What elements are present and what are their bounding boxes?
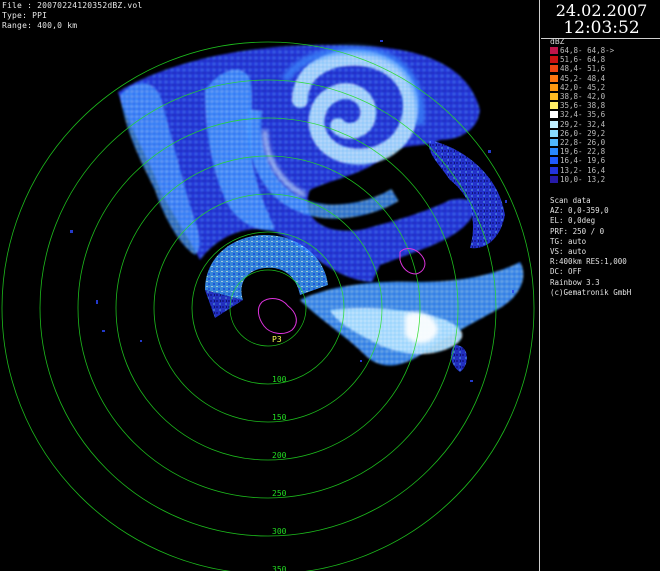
legend-swatch: [550, 120, 558, 128]
scan-info-line: VS: auto: [550, 247, 587, 256]
legend-row: 29,2- 32,4: [550, 120, 660, 129]
legend-row: 51,6- 64,8: [550, 55, 660, 64]
legend-label: 16,4- 19,6: [560, 156, 606, 166]
legend-label: 64,8- 64,8->: [560, 46, 615, 55]
legend-row: 22,8- 26,0: [550, 138, 660, 147]
legend-label: 13,2- 16,4: [560, 165, 606, 175]
scan-info-line: (c)Gematronik GmbH: [550, 287, 632, 297]
legend-label: 45,2- 48,4: [560, 73, 606, 83]
radar-display[interactable]: 100 150 200 250 300 350 P3 File : 20070224120…: [0, 0, 540, 571]
legend-label: 22,8- 26,0: [560, 138, 606, 147]
scan-info-line: Scan data: [550, 196, 591, 205]
scan-time: 12:03:52: [563, 18, 640, 38]
scan-info-line: Rainbow 3.3: [550, 277, 600, 287]
range-ring-label: 150: [272, 413, 287, 422]
type-label: Type: PPI: [2, 11, 48, 20]
range-ring-label: 300: [272, 527, 287, 536]
scan-info-line: AZ: 0,0-359,0: [550, 206, 609, 216]
range-ring: [229, 269, 307, 347]
legend-swatch: [550, 93, 558, 100]
scan-info-line: R:400km RES:1,000: [550, 257, 627, 267]
scan-info-line: DC: OFF: [550, 267, 582, 277]
legend-row: 16,4- 19,6: [550, 156, 660, 165]
legend-label: 42,0- 45,2: [560, 82, 606, 92]
legend-swatch: [550, 166, 558, 174]
legend-row: 48,4- 51,6: [550, 64, 660, 73]
legend-label: 26,0- 29,2: [560, 128, 606, 138]
range-ring-label: 200: [272, 451, 287, 460]
legend-label: 19,6- 22,8: [560, 147, 606, 157]
range-ring-label: 250: [272, 489, 287, 498]
legend-row: 35,6- 38,8: [550, 101, 660, 110]
range-label: Range: 400,0 km: [2, 21, 78, 30]
radar-ppi-canvas[interactable]: 100 150 200 250 300 350 P3: [0, 0, 540, 571]
info-panel: 24.02.2007 12:03:52 dBZ 64,8- 64,8-> 51,6…: [541, 0, 660, 571]
echo-layer: [70, 40, 524, 382]
legend-swatch: [550, 111, 558, 119]
legend-row: 10,0- 13,2: [550, 175, 660, 184]
scan-info-line: PRF: 250 / 0: [550, 226, 605, 236]
legend-row: 38,8- 42,0: [550, 92, 660, 101]
legend-label: 29,2- 32,4: [560, 119, 606, 129]
legend-swatch: [550, 102, 558, 110]
legend-swatch: [550, 148, 558, 156]
legend-label: 51,6- 64,8: [560, 55, 606, 65]
legend-swatch: [550, 56, 558, 64]
legend-row: 64,8- 64,8->: [550, 46, 660, 55]
file-label: File : 20070224120352dBZ.vol: [2, 1, 143, 10]
legend-swatch: [550, 139, 558, 146]
legend-swatch: [550, 47, 558, 54]
scan-info-line: TG: auto: [550, 236, 587, 246]
range-ring-labels: 100 150 200 250 300 350: [272, 375, 287, 571]
scan-info-line: EL: 0,0deg: [550, 216, 596, 226]
legend-label: 10,0- 13,2: [560, 174, 606, 184]
legend-label: 32,4- 35,6: [560, 110, 606, 120]
boundary-island-center: [257, 298, 297, 334]
legend-swatch: [550, 74, 558, 82]
legend-swatch: [550, 129, 558, 137]
legend-swatch: [550, 65, 558, 73]
legend-swatch: [550, 157, 558, 165]
legend-label: 38,8- 42,0: [560, 92, 606, 101]
legend-row: 13,2- 16,4: [550, 166, 660, 175]
legend-swatch: [550, 175, 558, 183]
legend-row: 19,6- 22,8: [550, 147, 660, 156]
legend-row: 45,2- 48,4: [550, 74, 660, 83]
radar-site-label: P3: [272, 335, 282, 344]
legend-swatch: [550, 83, 558, 91]
legend-row: 42,0- 45,2: [550, 83, 660, 92]
legend-row: 26,0- 29,2: [550, 129, 660, 138]
legend-row: 32,4- 35,6: [550, 110, 660, 119]
range-ring-label: 350: [272, 565, 287, 571]
legend-label: 48,4- 51,6: [560, 64, 606, 74]
legend-unit: dBZ: [550, 37, 565, 46]
legend-label: 35,6- 38,8: [560, 101, 606, 111]
range-ring-label: 100: [272, 375, 287, 384]
